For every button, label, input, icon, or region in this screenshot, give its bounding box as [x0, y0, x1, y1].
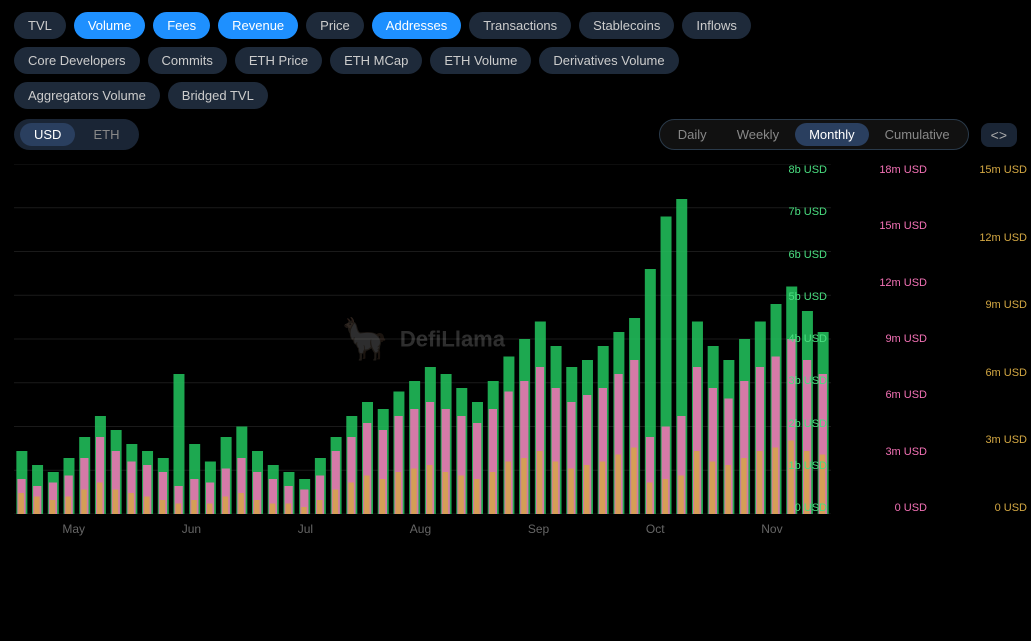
- currency-btn-eth[interactable]: ETH: [79, 123, 133, 146]
- time-btn-cumulative[interactable]: Cumulative: [871, 123, 964, 146]
- x-labels: May Jun Jul Aug Sep Oct Nov: [14, 514, 831, 544]
- y-left-label: 1b USD: [788, 460, 827, 472]
- filter-btn-tvl[interactable]: TVL: [14, 12, 66, 39]
- y-right-label: 3m USD: [985, 434, 1027, 446]
- y-right-label: 6m USD: [985, 367, 1027, 379]
- y-mid-label: 6m USD: [885, 389, 927, 401]
- filter-btn-eth-volume[interactable]: ETH Volume: [430, 47, 531, 74]
- chart-canvas: 🦙 DefiLlama: [14, 164, 831, 514]
- filter-btn-core-developers[interactable]: Core Developers: [14, 47, 140, 74]
- x-label: Jun: [182, 522, 201, 536]
- time-btn-monthly[interactable]: Monthly: [795, 123, 869, 146]
- x-label: Nov: [761, 522, 782, 536]
- filter-btn-aggregators-volume[interactable]: Aggregators Volume: [14, 82, 160, 109]
- filter-btn-bridged-tvl[interactable]: Bridged TVL: [168, 82, 268, 109]
- y-right-label: 15m USD: [979, 164, 1027, 176]
- x-label: May: [62, 522, 85, 536]
- filter-btn-derivatives-volume[interactable]: Derivatives Volume: [539, 47, 678, 74]
- y-axis-mid: 18m USD 15m USD 12m USD 9m USD 6m USD 3m USD 0…: [871, 164, 931, 514]
- filter-btn-revenue[interactable]: Revenue: [218, 12, 298, 39]
- y-right-label: 12m USD: [979, 232, 1027, 244]
- y-left-label: 4b USD: [788, 333, 827, 345]
- y-right-label: 0 USD: [995, 502, 1027, 514]
- y-mid-label: 9m USD: [885, 333, 927, 345]
- x-label: Jul: [298, 522, 313, 536]
- filter-btn-volume[interactable]: Volume: [74, 12, 145, 39]
- filter-btn-eth-mcap[interactable]: ETH MCap: [330, 47, 422, 74]
- filter-btn-fees[interactable]: Fees: [153, 12, 210, 39]
- y-left-label: 5b USD: [788, 291, 827, 303]
- y-mid-label: 18m USD: [879, 164, 927, 176]
- third-filters: Aggregators Volume Bridged TVL: [0, 74, 1031, 109]
- x-label: Aug: [410, 522, 431, 536]
- y-left-label: 2b USD: [788, 418, 827, 430]
- y-left-label: 7b USD: [788, 206, 827, 218]
- filter-btn-stablecoins[interactable]: Stablecoins: [579, 12, 674, 39]
- x-label: Oct: [646, 522, 665, 536]
- filter-btn-price[interactable]: Price: [306, 12, 364, 39]
- time-btn-weekly[interactable]: Weekly: [723, 123, 793, 146]
- chart-svg: [14, 164, 831, 514]
- filter-btn-transactions[interactable]: Transactions: [469, 12, 571, 39]
- y-mid-label: 0 USD: [895, 502, 927, 514]
- y-axis-left: 8b USD 7b USD 6b USD 5b USD 4b USD 3b USD 2b U…: [771, 164, 831, 514]
- y-axis-right: 15m USD 12m USD 9m USD 6m USD 3m USD 0 USD: [931, 164, 1031, 514]
- currency-toggle: USDETH: [14, 119, 139, 150]
- y-mid-label: 15m USD: [879, 220, 927, 232]
- controls-row: USDETH DailyWeeklyMonthlyCumulative <>: [0, 109, 1031, 150]
- filter-btn-addresses[interactable]: Addresses: [372, 12, 461, 39]
- y-left-label: 6b USD: [788, 249, 827, 261]
- embed-button[interactable]: <>: [981, 123, 1017, 147]
- time-btn-daily[interactable]: Daily: [664, 123, 721, 146]
- filter-btn-inflows[interactable]: Inflows: [682, 12, 750, 39]
- second-filters: Core Developers Commits ETH Price ETH MCap E…: [0, 39, 1031, 74]
- y-left-label: 0 USD: [795, 502, 827, 514]
- filter-btn-commits[interactable]: Commits: [148, 47, 227, 74]
- time-toggle: DailyWeeklyMonthlyCumulative: [659, 119, 969, 150]
- top-filters: TVL Volume Fees Revenue Price Addresses Transa…: [0, 0, 1031, 39]
- y-mid-label: 12m USD: [879, 277, 927, 289]
- currency-btn-usd[interactable]: USD: [20, 123, 75, 146]
- y-left-label: 8b USD: [788, 164, 827, 176]
- y-left-label: 3b USD: [788, 375, 827, 387]
- y-right-label: 9m USD: [985, 299, 1027, 311]
- filter-btn-eth-price[interactable]: ETH Price: [235, 47, 322, 74]
- chart-area: 🦙 DefiLlama 8b USD 7b USD 6b USD 5b USD 4b U…: [0, 164, 1031, 544]
- y-mid-label: 3m USD: [885, 446, 927, 458]
- x-label: Sep: [528, 522, 549, 536]
